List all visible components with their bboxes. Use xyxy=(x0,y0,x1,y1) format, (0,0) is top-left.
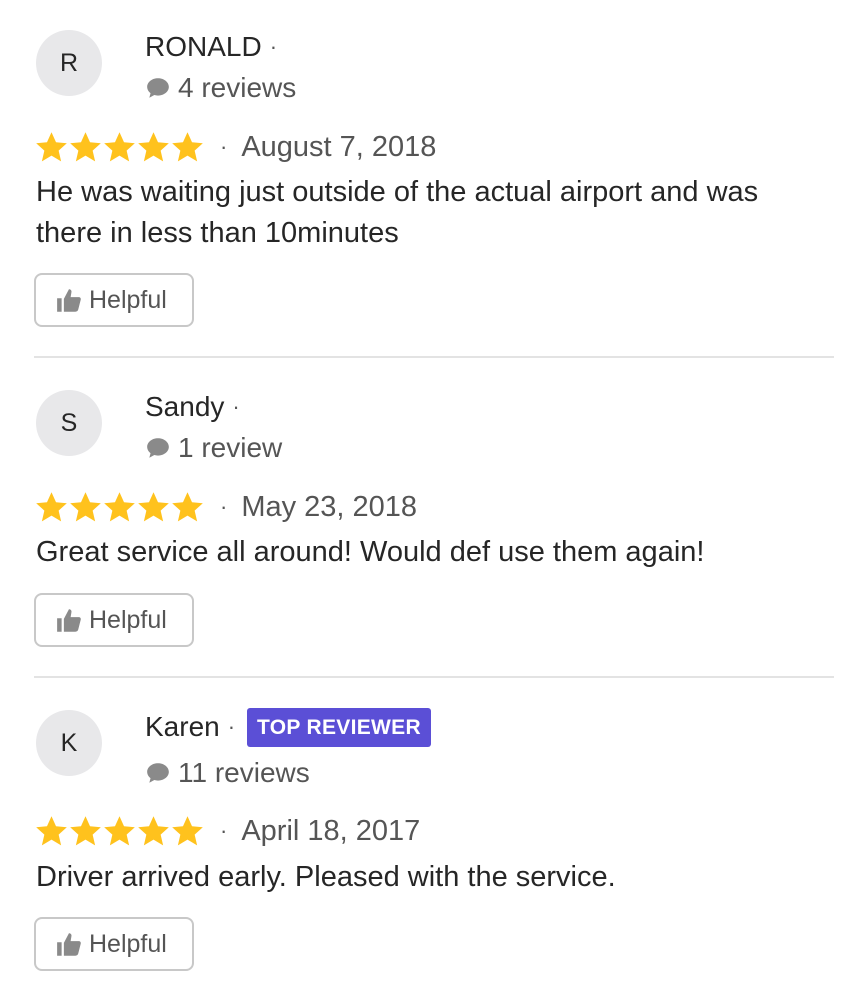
review-text: Great service all around! Would def use … xyxy=(36,536,705,568)
reviewer-header: RONALD · xyxy=(145,30,277,64)
rating-row: · May 23, 2018 xyxy=(34,487,417,527)
divider xyxy=(34,356,834,358)
star-rating xyxy=(34,490,204,525)
star-icon xyxy=(138,131,169,161)
star-rating xyxy=(34,130,204,165)
top-reviewer-badge: TOP REVIEWER xyxy=(247,707,431,747)
star-icon xyxy=(70,131,101,161)
thumbs-up-icon xyxy=(57,932,81,956)
review-card: K Karen · TOP REVIEWER 11 reviews · Apri… xyxy=(0,680,866,1000)
speech-bubble-icon xyxy=(147,78,169,98)
avatar[interactable]: S xyxy=(36,390,102,456)
rating-separator: · xyxy=(220,494,228,519)
star-icon xyxy=(138,491,169,521)
review-count-label: 4 reviews xyxy=(178,72,297,103)
helpful-label: Helpful xyxy=(89,605,167,634)
star-icon xyxy=(138,815,169,845)
name-separator: · xyxy=(227,714,236,739)
helpful-button[interactable]: Helpful xyxy=(34,917,194,971)
avatar[interactable]: K xyxy=(36,710,102,776)
star-icon xyxy=(172,491,203,521)
star-icon xyxy=(70,491,101,521)
review-count-label: 1 review xyxy=(178,432,283,463)
star-icon xyxy=(36,131,67,161)
star-icon xyxy=(172,815,203,845)
rating-row: · April 18, 2017 xyxy=(34,811,420,851)
review-date: May 23, 2018 xyxy=(241,490,418,523)
star-rating xyxy=(34,814,204,849)
review-count: 1 review xyxy=(145,430,282,466)
review-count: 11 reviews xyxy=(145,755,310,791)
name-separator: · xyxy=(269,34,278,59)
helpful-label: Helpful xyxy=(89,285,167,314)
star-icon xyxy=(104,815,135,845)
reviewer-name[interactable]: Karen xyxy=(145,711,220,743)
divider xyxy=(34,676,834,678)
rating-separator: · xyxy=(220,818,228,843)
reviewer-header: Sandy · xyxy=(145,390,240,424)
helpful-label: Helpful xyxy=(89,929,167,958)
reviewer-name[interactable]: Sandy xyxy=(145,391,224,423)
star-icon xyxy=(70,815,101,845)
review-text: He was waiting just outside of the actua… xyxy=(36,176,759,249)
review-count-label: 11 reviews xyxy=(178,757,310,788)
speech-bubble-icon xyxy=(147,438,169,458)
review-card: S Sandy · 1 review · May 23, 2018 Great … xyxy=(0,360,866,680)
thumbs-up-icon xyxy=(57,608,81,632)
thumbs-up-icon xyxy=(57,288,81,312)
rating-separator: · xyxy=(220,134,228,159)
avatar[interactable]: R xyxy=(36,30,102,96)
star-icon xyxy=(36,815,67,845)
reviewer-name[interactable]: RONALD xyxy=(145,31,262,63)
review-count: 4 reviews xyxy=(145,70,296,106)
star-icon xyxy=(36,491,67,521)
name-separator: · xyxy=(232,394,240,419)
review-date: April 18, 2017 xyxy=(241,814,421,847)
star-icon xyxy=(104,131,135,161)
speech-bubble-icon xyxy=(147,763,169,783)
review-card: R RONALD · 4 reviews · August 7, 2018 He… xyxy=(0,0,866,327)
rating-row: · August 7, 2018 xyxy=(34,127,436,167)
helpful-button[interactable]: Helpful xyxy=(34,273,194,327)
helpful-button[interactable]: Helpful xyxy=(34,593,194,647)
reviewer-header: Karen · TOP REVIEWER xyxy=(145,707,431,747)
review-date: August 7, 2018 xyxy=(241,130,437,163)
review-text: Driver arrived early. Pleased with the s… xyxy=(36,861,616,893)
star-icon xyxy=(172,131,203,161)
star-icon xyxy=(104,491,135,521)
